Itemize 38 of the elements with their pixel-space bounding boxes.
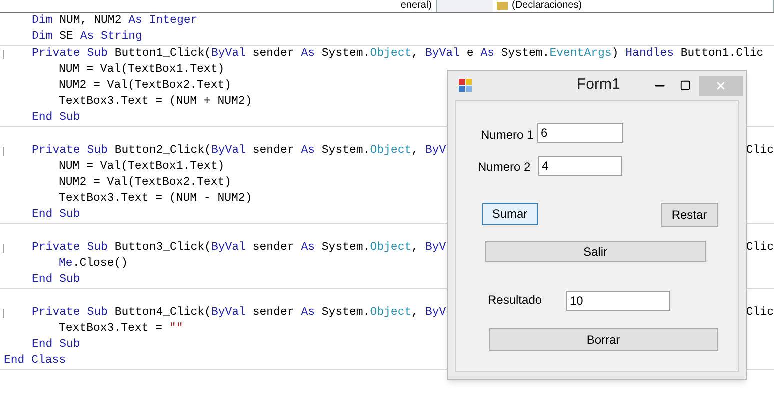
form-button[interactable]: Borrar xyxy=(489,328,718,351)
code-line: End Class xyxy=(4,353,66,370)
code-line: Private Sub Button2_Click(ByVal sender As System.Object, ByV xyxy=(32,143,446,160)
code-line: Private Sub Button3_Click(ByVal sender As System.Object, ByV xyxy=(32,240,446,256)
code-line: Dim NUM, NUM2 As Integer xyxy=(32,13,198,30)
field-label: Numero 1 xyxy=(481,127,534,144)
code-line: Clic xyxy=(746,143,774,160)
window-title: Form1 xyxy=(577,75,620,96)
text-input[interactable]: 10 xyxy=(566,291,670,311)
field-label: Resultado xyxy=(488,292,542,309)
form-button[interactable]: Sumar xyxy=(482,203,538,225)
code-line: Private Sub Button4_Click(ByVal sender As System.Object, ByV xyxy=(32,305,446,322)
code-line: Dim SE As String xyxy=(32,29,142,46)
code-line: End Sub xyxy=(32,337,80,354)
dropdown[interactable]: eneral) xyxy=(0,0,437,12)
code-line: NUM = Val(TextBox1.Text) xyxy=(59,62,225,78)
text-input[interactable]: 4 xyxy=(538,156,622,176)
dropdown[interactable]: (Declaraciones) xyxy=(493,0,774,12)
close-icon xyxy=(715,80,728,92)
form-button[interactable]: Salir xyxy=(485,241,706,262)
maximize-icon[interactable] xyxy=(680,80,692,91)
form-button[interactable]: Restar xyxy=(661,203,718,227)
code-line: NUM2 = Val(TextBox2.Text) xyxy=(59,78,232,94)
code-line: Clic xyxy=(746,305,774,322)
code-line: TextBox3.Text = "" xyxy=(59,321,184,338)
code-line: NUM = Val(TextBox1.Text) xyxy=(59,159,225,176)
code-line: NUM2 = Val(TextBox2.Text) xyxy=(59,175,232,192)
code-line: TextBox3.Text = (NUM - NUM2) xyxy=(59,191,252,208)
code-line: End Sub xyxy=(32,272,80,288)
code-line: End Sub xyxy=(32,207,80,224)
code-line: Private Sub Button1_Click(ByVal sender As System.Object, ByVal e As System.EventArgs) Handles Button1.Clic xyxy=(32,46,764,62)
code-line: TextBox3.Text = (NUM + NUM2) xyxy=(59,94,252,110)
code-line: Me.Close() xyxy=(59,256,128,272)
text-input[interactable]: 6 xyxy=(537,123,623,143)
form-icon xyxy=(459,79,472,92)
code-line: End Sub xyxy=(32,110,80,126)
code-line: Clic xyxy=(746,240,774,256)
field-label: Numero 2 xyxy=(478,159,531,176)
